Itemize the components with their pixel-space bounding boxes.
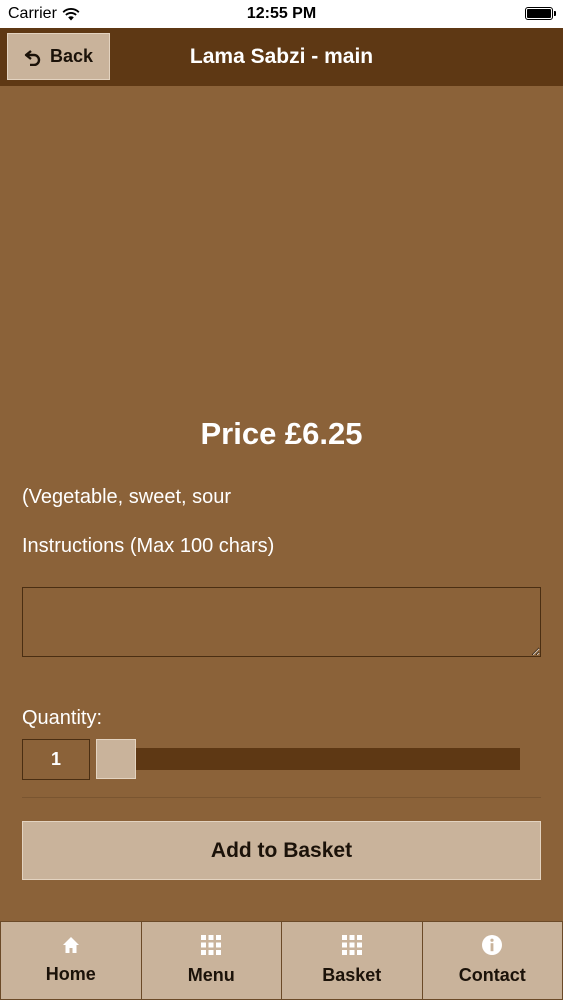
quantity-slider-track[interactable] <box>100 748 520 770</box>
grid-icon <box>201 935 222 955</box>
quantity-label: Quantity: <box>22 707 103 729</box>
tab-home-label: Home <box>45 964 96 984</box>
tab-basket-label: Basket <box>322 965 382 985</box>
home-icon <box>62 937 79 953</box>
quantity-slider-thumb[interactable] <box>96 739 136 779</box>
nav-bar: Back Lama Sabzi - main <box>0 28 563 86</box>
product-price: Price £6.25 <box>200 416 363 451</box>
product-description: (Vegetable, sweet, sour <box>22 486 232 508</box>
tab-bar: Home Menu Basket Contact <box>0 921 563 1000</box>
instructions-input[interactable] <box>22 587 541 657</box>
status-bar: Carrier 12:55 PM <box>0 0 563 28</box>
grid-icon <box>341 935 362 955</box>
tab-contact[interactable]: Contact <box>422 921 563 1000</box>
instructions-label: Instructions (Max 100 chars) <box>22 535 275 557</box>
tab-contact-label: Contact <box>458 965 526 985</box>
tab-menu[interactable]: Menu <box>141 921 282 1000</box>
info-icon <box>482 935 503 955</box>
add-to-basket-button[interactable]: Add to Basket <box>22 821 541 880</box>
tab-menu-label: Menu <box>187 965 235 985</box>
tab-basket[interactable]: Basket <box>282 921 423 1000</box>
quantity-value: 1 <box>22 739 90 780</box>
clock: 12:55 PM <box>246 5 317 22</box>
tab-home[interactable]: Home <box>0 921 142 1000</box>
battery-icon <box>525 7 556 20</box>
divider <box>22 797 541 798</box>
page-title: Lama Sabzi - main <box>189 45 374 68</box>
